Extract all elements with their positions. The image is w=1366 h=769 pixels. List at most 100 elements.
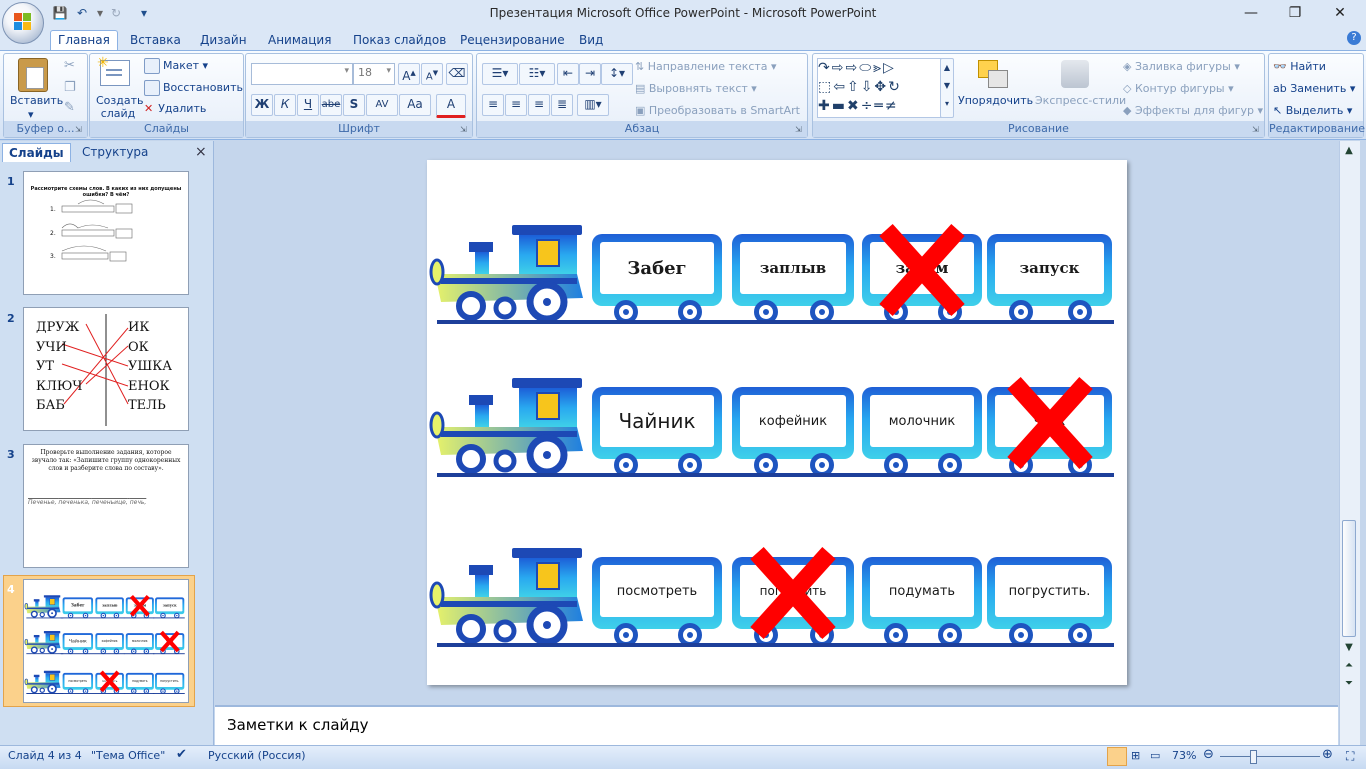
scroll-down-icon[interactable]: ▼: [1341, 640, 1357, 656]
pane-close-icon[interactable]: ×: [195, 144, 207, 160]
scroll-thumb[interactable]: [1342, 520, 1356, 637]
drawing-launcher-icon[interactable]: ⇲: [1252, 125, 1262, 135]
close-button[interactable]: ✕: [1318, 2, 1362, 24]
previous-slide-icon[interactable]: ⏶: [1341, 658, 1357, 674]
zoom-level[interactable]: 73%: [1172, 749, 1196, 762]
layout-button[interactable]: Макет ▾: [144, 58, 208, 74]
slide-thumbnail-3[interactable]: Проверьте выполнение задания, которое зв…: [23, 444, 189, 568]
arrange-button[interactable]: Упорядочить: [958, 94, 1033, 107]
columns-icon[interactable]: ▥▾: [577, 94, 609, 116]
shape-outline-button[interactable]: ◇ Контур фигуры ▾: [1123, 82, 1234, 95]
decrease-indent-icon[interactable]: ⇤: [557, 63, 579, 85]
cut-icon[interactable]: ✂: [64, 58, 75, 73]
next-slide-icon[interactable]: ⏷: [1341, 676, 1357, 692]
shrink-font-icon[interactable]: A▼: [421, 63, 443, 85]
language-indicator[interactable]: Русский (Россия): [208, 749, 306, 762]
pane-tab-outline[interactable]: Структура: [76, 143, 154, 161]
restore-button[interactable]: ❐: [1273, 2, 1317, 24]
car-word: кофейник: [740, 395, 846, 447]
thumb2-right-word: ОК: [128, 339, 149, 355]
current-slide[interactable]: Забегзаплывзачемзапуск: [427, 160, 1127, 685]
normal-view-icon[interactable]: [1107, 747, 1127, 766]
customize-qat-icon[interactable]: ▾: [136, 5, 152, 21]
pane-tab-slides[interactable]: Слайды: [2, 143, 71, 162]
font-size-dropdown-icon[interactable]: ▾: [386, 66, 391, 76]
spellcheck-icon[interactable]: ✔: [176, 747, 187, 762]
office-button[interactable]: [2, 2, 44, 44]
shape-fill-button[interactable]: ◈ Заливка фигуры ▾: [1123, 60, 1240, 73]
font-color-button[interactable]: A: [436, 94, 466, 118]
shapes-scroll-icon[interactable]: ▲ ▼ ▾: [940, 58, 954, 118]
select-button[interactable]: ↖ Выделить ▾: [1273, 104, 1352, 117]
font-size-combo[interactable]: 18 ▾: [353, 63, 395, 85]
zoom-in-icon[interactable]: ⊕: [1322, 747, 1333, 762]
undo-icon[interactable]: ↶: [74, 5, 90, 21]
format-painter-icon[interactable]: ✎: [64, 100, 75, 115]
copy-icon[interactable]: ❐: [64, 80, 76, 95]
increase-indent-icon[interactable]: ⇥: [579, 63, 601, 85]
shape-effects-button[interactable]: ◆ Эффекты для фигур ▾: [1123, 104, 1263, 117]
notes-pane[interactable]: Заметки к слайду: [215, 705, 1338, 747]
help-icon[interactable]: ?: [1347, 31, 1361, 45]
bullets-icon[interactable]: ☰▾: [482, 63, 518, 85]
zoom-slider-track[interactable]: [1220, 756, 1320, 757]
undo-dropdown-icon[interactable]: ▾: [92, 5, 108, 21]
align-left-icon[interactable]: ≡: [482, 94, 504, 116]
redo-icon[interactable]: ↻: [108, 5, 124, 21]
numbering-icon[interactable]: ☷▾: [519, 63, 555, 85]
minimize-button[interactable]: —: [1229, 2, 1273, 24]
strikethrough-button[interactable]: abe: [320, 94, 342, 116]
theme-name[interactable]: "Тема Office": [91, 749, 165, 762]
thumb2-left-word: УТ: [36, 359, 55, 374]
italic-button[interactable]: К: [274, 94, 296, 116]
reset-button[interactable]: Восстановить: [144, 80, 243, 96]
paste-button[interactable]: Вставить: [10, 94, 63, 107]
zoom-slider-thumb[interactable]: [1250, 750, 1257, 764]
smartart-button[interactable]: ▣ Преобразовать в SmartArt: [635, 104, 800, 117]
new-slide-button[interactable]: Создать слайд: [96, 94, 144, 120]
font-launcher-icon[interactable]: ⇲: [460, 125, 470, 135]
slideshow-view-icon[interactable]: ▭: [1150, 749, 1160, 762]
clear-format-icon[interactable]: ⌫: [446, 63, 468, 85]
underline-button[interactable]: Ч: [297, 94, 319, 116]
justify-icon[interactable]: ≣: [551, 94, 573, 116]
slide-thumbnail-2[interactable]: ДРУЖ УЧИ УТ КЛЮЧ БАБ ИК ОК УШКА ЕНОК ТЕЛ…: [23, 307, 189, 431]
slide-thumbnail-4[interactable]: Забегзаплывзачемзапуск: [23, 579, 189, 703]
align-right-icon[interactable]: ≡: [528, 94, 550, 116]
slide-thumbnail-1[interactable]: Рассмотрите схемы слов. В каких из них д…: [23, 171, 189, 295]
zoom-out-icon[interactable]: ⊖: [1203, 747, 1214, 762]
clipboard-launcher-icon[interactable]: ⇲: [75, 125, 85, 135]
tab-view[interactable]: Вид: [572, 31, 610, 50]
car-word: Забег: [600, 242, 714, 294]
tab-home[interactable]: Главная: [50, 30, 118, 50]
tab-insert[interactable]: Вставка: [123, 31, 188, 50]
scroll-up-icon[interactable]: ▲: [1341, 143, 1357, 159]
text-direction-button[interactable]: ⇅ Направление текста ▾: [635, 60, 777, 73]
align-text-button[interactable]: ▤ Выровнять текст ▾: [635, 82, 757, 95]
bold-button[interactable]: Ж: [251, 94, 273, 116]
tab-slideshow[interactable]: Показ слайдов: [346, 31, 453, 50]
shadow-button[interactable]: S: [343, 94, 365, 116]
replace-button[interactable]: ab Заменить ▾: [1273, 82, 1355, 95]
save-icon[interactable]: 💾: [52, 5, 68, 21]
delete-slide-button[interactable]: ✕ Удалить: [144, 102, 206, 115]
tab-review[interactable]: Рецензирование: [453, 31, 572, 50]
thumb2-left-word: КЛЮЧ: [36, 378, 83, 394]
grow-font-icon[interactable]: A▲: [398, 63, 420, 85]
paragraph-launcher-icon[interactable]: ⇲: [795, 125, 805, 135]
paste-dropdown-icon[interactable]: ▾: [28, 108, 34, 121]
align-center-icon[interactable]: ≡: [505, 94, 527, 116]
font-name-dropdown-icon[interactable]: ▾: [344, 66, 349, 76]
shapes-gallery[interactable]: ↷⇨⇨⬭⪢▷ ⬚⇦⇧⇩✥↻ ✚▬✖÷═≠: [817, 58, 945, 118]
font-name-combo[interactable]: ▾: [251, 63, 353, 85]
fit-to-window-icon[interactable]: ⛶: [1346, 749, 1354, 764]
line-spacing-icon[interactable]: ↕▾: [601, 63, 633, 85]
rail-line: [854, 473, 984, 477]
slide-sorter-icon[interactable]: ⊞: [1131, 749, 1140, 762]
change-case-button[interactable]: Aa: [399, 94, 431, 116]
find-button[interactable]: 👓 Найти: [1273, 60, 1326, 73]
tab-animation[interactable]: Анимация: [261, 31, 338, 50]
quick-styles-button[interactable]: Экспресс-стили: [1035, 94, 1126, 107]
char-spacing-button[interactable]: AV: [366, 94, 398, 116]
tab-design[interactable]: Дизайн: [193, 31, 254, 50]
